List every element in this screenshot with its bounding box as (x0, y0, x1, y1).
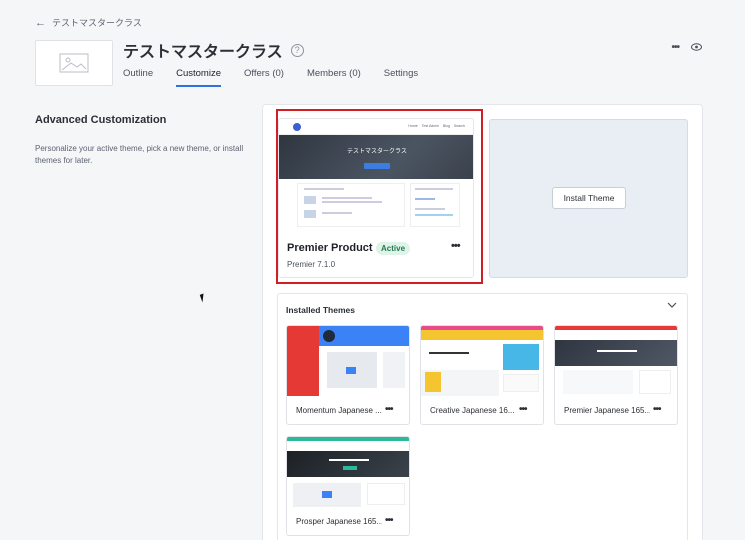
theme-menu-icon[interactable]: ••• (385, 404, 393, 415)
tab-members[interactable]: Members (0) (307, 68, 361, 87)
tab-customize[interactable]: Customize (176, 68, 221, 87)
section-title: Advanced Customization (35, 114, 167, 126)
installed-themes-title: Installed Themes (286, 305, 355, 315)
page-title-text: テストマスタークラス (123, 44, 283, 61)
theme-menu-icon[interactable]: ••• (519, 404, 527, 415)
theme-name: Premier Japanese 165... (564, 406, 650, 415)
eye-icon[interactable] (691, 40, 702, 54)
active-theme-name: Premier Product (287, 242, 373, 254)
mouse-cursor-icon (199, 293, 207, 303)
section-description: Personalize your active theme, pick a ne… (35, 144, 244, 166)
theme-preview (287, 437, 409, 507)
theme-card-premier[interactable]: Premier Japanese 165... ••• (554, 325, 678, 425)
course-thumbnail[interactable] (35, 40, 113, 86)
tab-outline[interactable]: Outline (123, 68, 153, 87)
back-link[interactable]: ← テストマスタークラス (35, 16, 142, 29)
theme-menu-icon[interactable]: ••• (653, 404, 661, 415)
chevron-down-icon[interactable] (667, 301, 677, 312)
help-icon[interactable]: ? (290, 43, 304, 57)
active-theme-preview: Home Test Admin Blog Search テストマスタークラス (279, 119, 473, 227)
theme-name: Momentum Japanese ... (296, 406, 382, 415)
tab-offers[interactable]: Offers (0) (244, 68, 284, 87)
theme-preview (555, 326, 677, 396)
status-badge: Active (376, 242, 411, 255)
active-theme-menu-icon[interactable]: ••• (451, 240, 461, 252)
theme-card-momentum[interactable]: Momentum Japanese ... ••• (286, 325, 410, 425)
tab-bar: Outline Customize Offers (0) Members (0)… (123, 68, 441, 87)
more-options-icon[interactable]: ••• (671, 42, 679, 53)
theme-preview (287, 326, 409, 396)
active-theme-version: Premier 7.1.0 (287, 260, 336, 269)
theme-name: Creative Japanese 16... (430, 406, 515, 415)
preview-hero-title: テストマスタークラス (347, 149, 407, 155)
theme-card-prosper[interactable]: Prosper Japanese 165... ••• (286, 436, 410, 536)
image-placeholder-icon (59, 53, 89, 73)
theme-name: Prosper Japanese 165... (296, 517, 382, 526)
theme-menu-icon[interactable]: ••• (385, 515, 393, 526)
header-actions: ••• (671, 40, 702, 54)
back-arrow-icon: ← (35, 16, 46, 29)
install-theme-button[interactable]: Install Theme (552, 187, 626, 209)
theme-preview (421, 326, 543, 396)
theme-card-creative[interactable]: Creative Japanese 16... ••• (420, 325, 544, 425)
back-link-label: テストマスタークラス (52, 18, 142, 28)
tab-settings[interactable]: Settings (384, 68, 418, 87)
page-title: テストマスタークラス ? (123, 38, 304, 62)
active-theme-card[interactable]: Home Test Admin Blog Search テストマスタークラス P… (278, 118, 474, 278)
